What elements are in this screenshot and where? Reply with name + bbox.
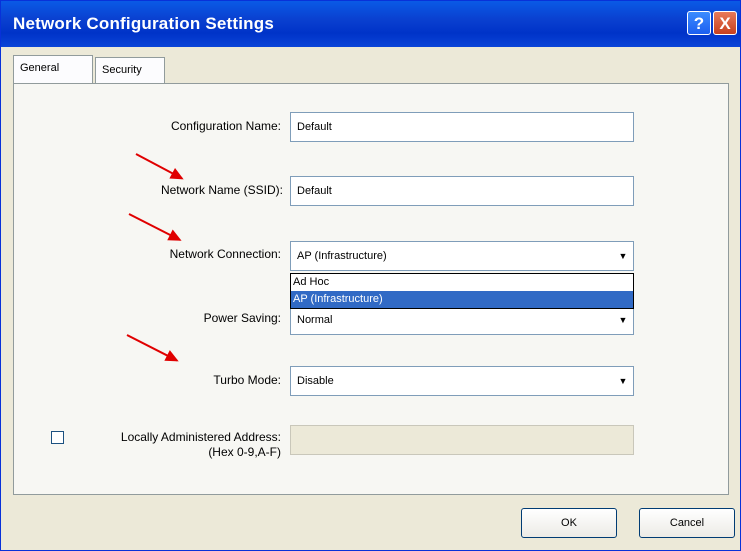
power-saving-label: Power Saving: — [203, 311, 281, 325]
turbo-mode-value: Disable — [297, 375, 334, 387]
network-connection-label: Network Connection: — [169, 247, 281, 261]
chevron-down-icon[interactable]: ▼ — [614, 368, 632, 394]
tab-general[interactable]: General — [13, 55, 93, 83]
network-connection-value: AP (Infrastructure) — [297, 250, 387, 262]
cancel-button[interactable]: Cancel — [639, 508, 735, 538]
network-connection-select[interactable]: AP (Infrastructure) ▼ — [290, 241, 634, 271]
configuration-name-input[interactable]: Default — [290, 112, 634, 142]
network-connection-dropdown-list: Ad Hoc AP (Infrastructure) — [290, 273, 634, 309]
laa-label-line2: (Hex 0-9,A-F) — [208, 445, 281, 459]
network-configuration-dialog: Network Configuration Settings ? X Gener… — [0, 0, 741, 551]
close-button[interactable]: X — [713, 11, 737, 35]
window-title: Network Configuration Settings — [13, 14, 274, 33]
power-saving-select[interactable]: Normal ▼ — [290, 305, 634, 335]
dropdown-option-ad-hoc[interactable]: Ad Hoc — [291, 274, 633, 291]
network-name-label: Network Name (SSID): — [160, 183, 283, 197]
locally-administered-address-checkbox[interactable] — [51, 431, 64, 444]
dropdown-option-ap-infrastructure[interactable]: AP (Infrastructure) — [291, 291, 633, 308]
ok-button[interactable]: OK — [521, 508, 617, 538]
chevron-down-icon[interactable]: ▼ — [614, 243, 632, 269]
tab-security[interactable]: Security — [95, 57, 165, 83]
turbo-mode-select[interactable]: Disable ▼ — [290, 366, 634, 396]
network-name-input[interactable]: Default — [290, 176, 634, 206]
title-bar[interactable]: Network Configuration Settings ? X — [1, 1, 740, 47]
locally-administered-address-input[interactable] — [290, 425, 634, 455]
turbo-mode-label: Turbo Mode: — [213, 373, 281, 387]
power-saving-value: Normal — [297, 314, 333, 326]
chevron-down-icon[interactable]: ▼ — [614, 307, 632, 333]
configuration-name-label: Configuration Name: — [170, 119, 281, 133]
help-button[interactable]: ? — [687, 11, 711, 35]
laa-label-line1: Locally Administered Address: — [120, 430, 281, 444]
